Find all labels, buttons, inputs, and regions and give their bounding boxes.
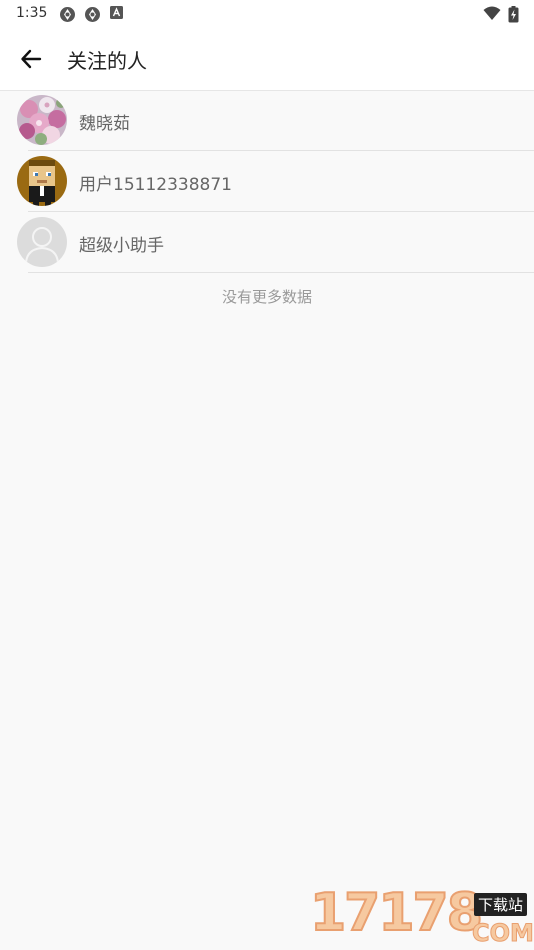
watermark-tag: 下载站 bbox=[474, 893, 528, 916]
avatar[interactable] bbox=[17, 217, 67, 267]
aperture-icon bbox=[85, 7, 100, 22]
watermark-suffix: COM bbox=[472, 919, 534, 948]
user-name: 用户15112338871 bbox=[79, 175, 232, 195]
user-name: 超级小助手 bbox=[79, 236, 164, 256]
user-name: 魏晓茹 bbox=[79, 114, 130, 134]
list-item[interactable]: 超级小助手 bbox=[0, 212, 534, 273]
back-button[interactable] bbox=[14, 42, 48, 76]
battery-charging-icon bbox=[508, 6, 519, 23]
status-time: 1:35 bbox=[16, 5, 48, 21]
avatar[interactable] bbox=[17, 156, 67, 206]
list-item[interactable]: 魏晓茹 bbox=[0, 90, 534, 151]
aperture-icon bbox=[60, 7, 75, 22]
app-header: 关注的人 bbox=[0, 28, 534, 91]
watermark-number: 17178 bbox=[309, 882, 484, 944]
wifi-icon bbox=[483, 6, 501, 20]
pixel-character-avatar-icon bbox=[17, 156, 67, 206]
following-list: 魏晓茹 用户15112338871 超级小助手 bbox=[0, 90, 534, 273]
no-more-data-text: 没有更多数据 bbox=[221, 288, 312, 306]
font-app-icon bbox=[110, 6, 123, 19]
site-watermark: 17178 下载站 COM bbox=[308, 882, 534, 950]
back-arrow-icon bbox=[21, 49, 42, 69]
page-title: 关注的人 bbox=[67, 49, 147, 73]
default-user-avatar-icon bbox=[17, 217, 67, 267]
list-item[interactable]: 用户15112338871 bbox=[0, 151, 534, 212]
flower-photo-avatar-icon bbox=[17, 95, 67, 145]
avatar[interactable] bbox=[17, 95, 67, 145]
status-bar: 1:35 bbox=[0, 0, 534, 28]
